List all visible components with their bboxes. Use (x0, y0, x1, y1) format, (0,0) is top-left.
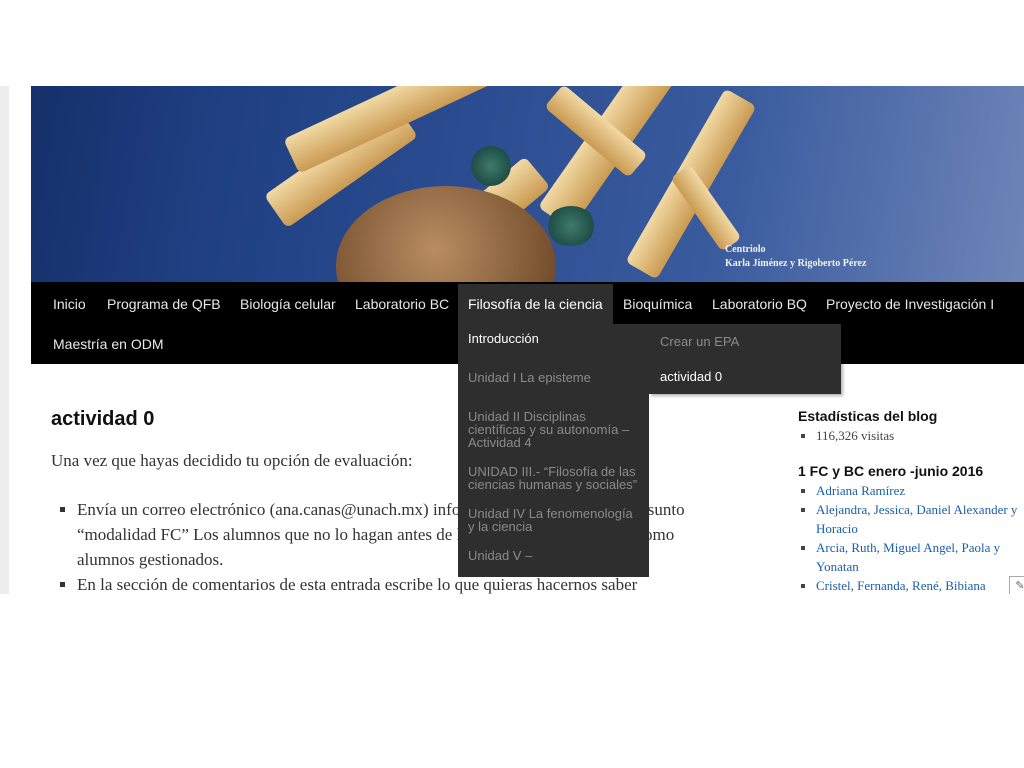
sidebar-link[interactable]: Arcia, Ruth, Miguel Angel, Paola y Yonat… (816, 540, 1000, 574)
nav-item-proyecto-investigacion[interactable]: Proyecto de Investigación I (816, 284, 1004, 324)
submenu-item-crear-epa[interactable]: Crear un EPA (649, 324, 841, 359)
sidebar-link[interactable]: Adriana Ramírez (816, 483, 905, 498)
dropdown-item-unidad-4[interactable]: Unidad IV La fenomenología y la ciencia (458, 499, 649, 541)
nav-item-laboratorio-bq[interactable]: Laboratorio BQ (702, 284, 817, 324)
submenu-item-actividad-0[interactable]: actividad 0 (649, 359, 841, 394)
nav-item-inicio[interactable]: Inicio (43, 284, 96, 324)
sidebar-link[interactable]: Alejandra, Jessica, Daniel Alexander y H… (816, 502, 1017, 536)
image-caption: Centriolo Karla Jiménez y Rigoberto Pére… (725, 243, 866, 271)
dropdown-item-unidad-2[interactable]: Unidad II Disciplinas científicas y su a… (458, 402, 649, 457)
group-widget-title: 1 FC y BC enero -junio 2016 (798, 463, 984, 479)
stats-widget-title: Estadísticas del blog (798, 408, 938, 424)
dropdown-item-unidad-3[interactable]: UNIDAD III.- “Filosofía de las ciencias … (458, 457, 649, 499)
dropdown-item-unidad-5[interactable]: Unidad V – (458, 541, 649, 577)
pencil-icon[interactable]: ✎ (1009, 576, 1024, 594)
post-title: actividad 0 (51, 408, 155, 430)
introduccion-submenu: Crear un EPA actividad 0 (649, 324, 841, 394)
dropdown-item-introduccion[interactable]: Introducción (458, 324, 649, 360)
blog-page: Centriolo Karla Jiménez y Rigoberto Pére… (31, 86, 1024, 594)
nav-item-bioquimica[interactable]: Bioquímica (613, 284, 702, 324)
nav-item-filosofia-ciencia[interactable]: Filosofía de la ciencia (458, 284, 613, 324)
caption-authors: Karla Jiménez y Rigoberto Pérez (725, 258, 867, 269)
stats-value: 116,326 visitas (816, 426, 1024, 445)
nav-item-biologia-celular[interactable]: Biología celular (230, 284, 346, 324)
caption-title: Centriolo (725, 244, 766, 255)
sidebar-link[interactable]: Cristel, Fernanda, René, Bibiana (816, 578, 986, 593)
header-image: Centriolo Karla Jiménez y Rigoberto Pére… (31, 86, 1024, 282)
nav-item-maestria-odm[interactable]: Maestría en ODM (43, 324, 173, 364)
group-links: Adriana Ramírez Alejandra, Jessica, Dani… (798, 481, 1024, 594)
nav-item-laboratorio-bc[interactable]: Laboratorio BC (345, 284, 459, 324)
left-edge-strip (0, 86, 9, 594)
dropdown-item-unidad-1[interactable]: Unidad I La episteme (458, 360, 649, 402)
nav-item-programa-qfb[interactable]: Programa de QFB (97, 284, 231, 324)
sidebar: Estadísticas del blog 116,326 visitas 1 … (798, 408, 1024, 594)
stats-list: 116,326 visitas (798, 426, 1024, 445)
filosofia-dropdown-menu: Introducción Unidad I La episteme Unidad… (458, 324, 649, 577)
